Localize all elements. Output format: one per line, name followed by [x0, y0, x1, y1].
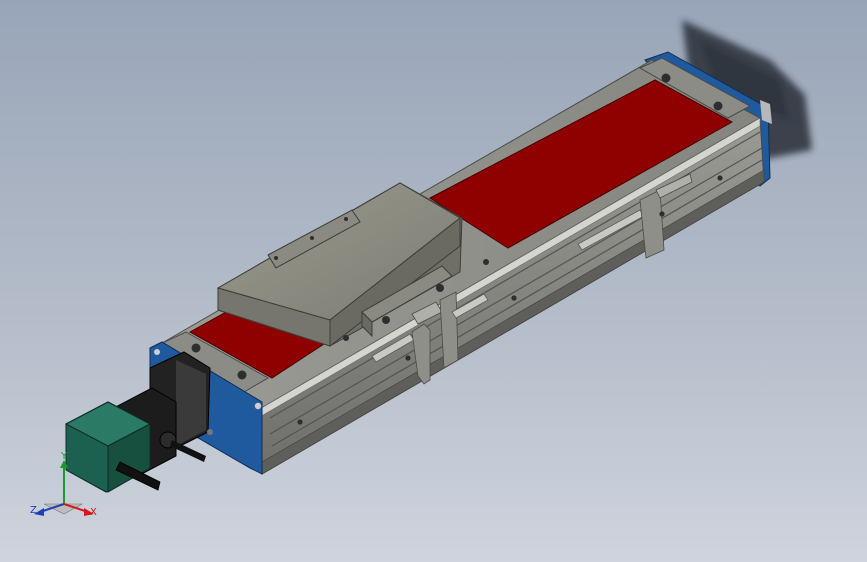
- triad-z-label: Z: [30, 505, 37, 516]
- triad-x-label: X: [90, 507, 97, 518]
- cad-viewport[interactable]: X Y Z: [0, 0, 867, 562]
- triad-y-label: Y: [61, 451, 68, 462]
- coordinate-triad: X Y Z: [24, 448, 104, 524]
- linear-module-model[interactable]: [0, 0, 867, 562]
